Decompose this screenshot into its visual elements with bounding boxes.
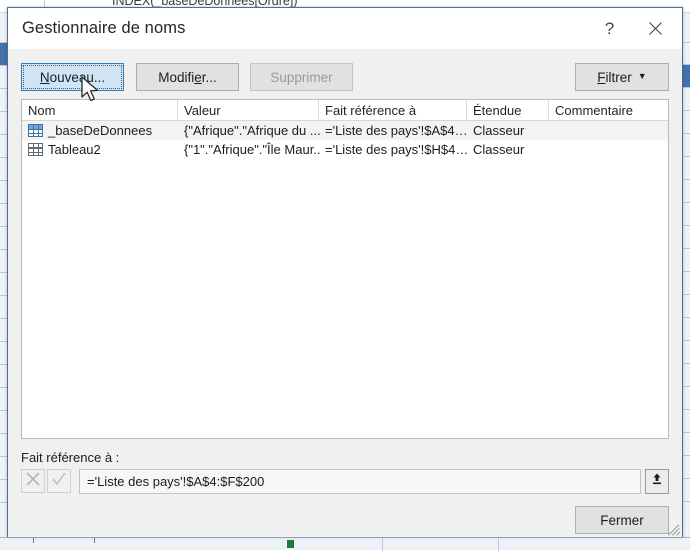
column-divider [382,538,383,551]
cell-name-text: _baseDeDonnees [48,123,152,138]
table-icon-blue [28,124,43,137]
delete-name-label: Supprimer [270,70,332,85]
cell-scope: Classeur [473,121,551,140]
cell-comment [555,140,665,159]
cell-refers-to: ='Liste des pays'!$H$4… [325,140,468,159]
refers-to-row: ='Liste des pays'!$A$4:$F$200 [21,469,669,495]
names-listbox[interactable]: Nom Valeur Fait référence à Étendue Comm… [21,99,669,439]
collapse-dialog-icon [650,472,664,491]
table-row[interactable]: _baseDeDonnees {"Afrique"."Afrique du ..… [22,121,668,140]
edit-name-button[interactable]: Modifier... [136,63,239,91]
cell-scope: Classeur [473,140,551,159]
table-row[interactable]: Tableau2 {"1"."Afrique"."Île Maur... ='L… [22,140,668,159]
column-divider [498,538,499,551]
filter-button[interactable]: Filtrer ▼ [575,63,669,91]
chevron-down-icon: ▼ [638,71,647,81]
collapse-dialog-button[interactable] [645,469,669,494]
cancel-edit-button [21,469,45,493]
cancel-x-icon [25,471,41,492]
close-icon [648,21,663,36]
listbox-header: Nom Valeur Fait référence à Étendue Comm… [22,100,668,121]
column-header-nom[interactable]: Nom [22,100,178,120]
column-header-etendue[interactable]: Étendue [467,100,549,120]
close-button[interactable] [633,8,678,49]
column-header-commentaire[interactable]: Commentaire [549,100,668,120]
cell-refers-to: ='Liste des pays'!$A$4… [325,121,468,140]
close-dialog-button[interactable]: Fermer [575,506,669,534]
column-header-reference[interactable]: Fait référence à [319,100,467,120]
refers-to-input[interactable]: ='Liste des pays'!$A$4:$F$200 [79,469,641,494]
listbox-rows: _baseDeDonnees {"Afrique"."Afrique du ..… [22,121,668,159]
cell-name: _baseDeDonnees [28,121,178,140]
delete-name-button: Supprimer [250,63,353,91]
focus-ring [23,65,122,89]
new-name-button[interactable]: Nouveau... [21,63,124,91]
filter-label: Filtrer [597,70,632,85]
name-manager-dialog: Gestionnaire de noms ? Nouveau... Modifi… [7,7,683,537]
dialog-titlebar[interactable]: Gestionnaire de noms ? [8,8,682,49]
help-button[interactable]: ? [587,8,632,49]
cell-value: {"Afrique"."Afrique du ... [184,121,321,140]
refers-to-label: Fait référence à : [21,450,119,465]
close-dialog-label: Fermer [600,513,644,528]
cell-comment [555,121,665,140]
cell-name-text: Tableau2 [48,142,101,157]
cell-value: {"1"."Afrique"."Île Maur... [184,140,321,159]
table-icon-plain [28,143,43,156]
dialog-title: Gestionnaire de noms [22,19,185,38]
cell-name: Tableau2 [28,140,178,159]
sheet-tab-marker [287,540,294,548]
resize-grip[interactable] [667,522,681,536]
column-tick [33,538,34,543]
dialog-body: Nouveau... Modifier... Supprimer Filtrer… [8,49,682,537]
column-header-valeur[interactable]: Valeur [178,100,319,120]
edit-name-label: Modifier... [158,70,217,85]
excel-bottom-strip [0,537,690,550]
accept-check-icon [51,471,67,492]
column-tick [94,538,95,543]
accept-edit-button [47,469,71,493]
question-mark-icon: ? [605,19,614,39]
